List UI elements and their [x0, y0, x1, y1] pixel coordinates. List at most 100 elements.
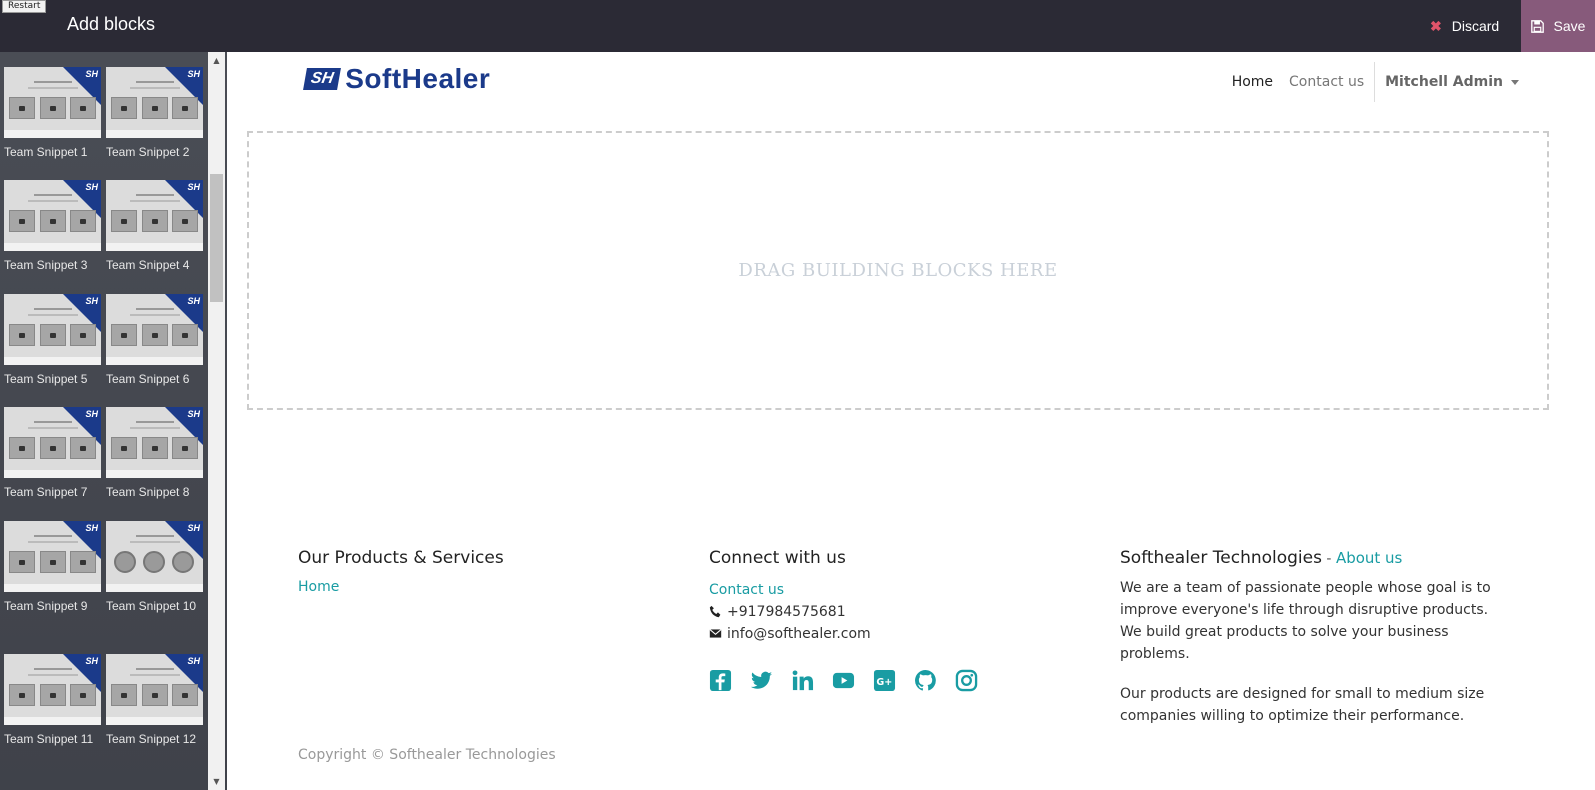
snippet-thumbnail: SH [4, 294, 101, 365]
phone-number: +917984575681 [727, 604, 846, 620]
snippet-thumbnail: SH [106, 521, 203, 592]
scroll-thumb[interactable] [210, 174, 223, 302]
restart-button[interactable]: Restart [2, 0, 47, 13]
footer-phone: +917984575681 [709, 601, 1069, 623]
editor-topbar: Restart Add blocks ✖ Discard Save [0, 0, 1595, 52]
save-button[interactable]: Save [1521, 0, 1595, 52]
snippet-thumbnail: SH [4, 180, 101, 251]
footer-about: Softhealer Technologies - About us We ar… [1120, 548, 1510, 727]
snippet-thumbnail: SH [4, 67, 101, 138]
snippet-item[interactable]: SH Team Snippet 6 [106, 294, 203, 387]
floppy-disk-icon [1530, 19, 1544, 33]
discard-button[interactable]: ✖ Discard [1430, 0, 1499, 52]
snippet-item[interactable]: SH Team Snippet 12 [106, 654, 203, 747]
twitter-icon[interactable] [750, 669, 773, 692]
snippet-thumbnail: SH [4, 654, 101, 725]
drop-zone[interactable]: DRAG BUILDING BLOCKS HERE [247, 131, 1549, 410]
panel-title: Add blocks [67, 14, 156, 34]
footer-about-para2: Our products are designed for small to m… [1120, 686, 1485, 724]
snippet-label: Team Snippet 10 [106, 599, 197, 613]
website-preview: SH SoftHealer Home Contact us Mitchell A… [227, 52, 1595, 790]
close-icon: ✖ [1430, 17, 1442, 34]
snippet-item[interactable]: SH Team Snippet 1 [4, 67, 101, 160]
youtube-icon[interactable] [832, 669, 855, 692]
footer-company-name: Softhealer Technologies [1120, 548, 1322, 568]
snippet-item[interactable]: SH Team Snippet 11 [4, 654, 101, 747]
footer-contact-link[interactable]: Contact us [709, 579, 1069, 601]
thumb-badge: SH [187, 523, 200, 533]
snippet-item[interactable]: SH Team Snippet 4 [106, 180, 203, 273]
svg-text:G+: G+ [876, 677, 892, 688]
discard-label: Discard [1451, 18, 1500, 34]
thumb-badge: SH [187, 182, 200, 192]
thumb-badge: SH [85, 409, 98, 419]
facebook-icon[interactable] [709, 669, 732, 692]
snippet-thumbnail: SH [4, 521, 101, 592]
social-links: G+ [709, 669, 1069, 692]
footer-about-link[interactable]: About us [1336, 549, 1402, 567]
snippet-item[interactable]: SH Team Snippet 3 [4, 180, 101, 273]
snippet-item[interactable]: SH Team Snippet 2 [106, 67, 203, 160]
snippet-thumbnail: SH [106, 180, 203, 251]
site-nav: Home Contact us Mitchell Admin [1224, 62, 1519, 102]
snippet-item[interactable]: SH Team Snippet 9 [4, 521, 101, 614]
copyright-text: Copyright © Softhealer Technologies [298, 747, 556, 763]
footer-about-title: Softhealer Technologies - About us [1120, 548, 1510, 568]
snippet-label: Team Snippet 3 [4, 258, 88, 272]
snippet-label: Team Snippet 8 [106, 485, 190, 499]
thumb-badge: SH [187, 296, 200, 306]
drop-zone-text: DRAG BUILDING BLOCKS HERE [738, 260, 1058, 281]
nav-contact[interactable]: Contact us [1281, 74, 1372, 90]
snippet-item[interactable]: SH Team Snippet 10 [106, 521, 203, 614]
snippet-label: Team Snippet 11 [4, 732, 94, 746]
snippet-thumbnail: SH [4, 407, 101, 478]
footer-about-para1: We are a team of passionate people whose… [1120, 580, 1491, 662]
logo-mark: SH [303, 68, 342, 90]
footer-home-link[interactable]: Home [298, 579, 628, 595]
thumb-badge: SH [187, 656, 200, 666]
scroll-up-arrow-icon[interactable]: ▲ [208, 52, 225, 69]
user-name: Mitchell Admin [1385, 74, 1503, 90]
caret-down-icon [1511, 79, 1519, 85]
snippet-sidebar: SH Team Snippet 1 SH Team Snippet 2 SH Team S… [0, 52, 227, 790]
snippet-thumbnail: SH [106, 67, 203, 138]
snippet-thumbnail: SH [106, 654, 203, 725]
site-logo[interactable]: SH SoftHealer [303, 63, 491, 94]
logo-text: SoftHealer [345, 63, 491, 94]
footer-title-separator: - [1321, 551, 1336, 567]
footer-email: info@softhealer.com [709, 623, 1069, 645]
snippet-label: Team Snippet 9 [4, 599, 88, 613]
snippet-label: Team Snippet 6 [106, 372, 190, 386]
thumb-badge: SH [85, 182, 98, 192]
github-icon[interactable] [914, 669, 937, 692]
footer-connect: Connect with us Contact us +917984575681… [709, 548, 1069, 692]
snippet-grid: SH Team Snippet 1 SH Team Snippet 2 SH Team S… [0, 52, 208, 790]
footer-products-title: Our Products & Services [298, 548, 504, 568]
snippet-item[interactable]: SH Team Snippet 8 [106, 407, 203, 500]
snippet-label: Team Snippet 2 [106, 145, 190, 159]
nav-home[interactable]: Home [1224, 74, 1281, 90]
thumb-badge: SH [85, 523, 98, 533]
user-menu[interactable]: Mitchell Admin [1375, 74, 1519, 90]
snippet-thumbnail: SH [106, 294, 203, 365]
snippet-item[interactable]: SH Team Snippet 5 [4, 294, 101, 387]
snippet-item[interactable]: SH Team Snippet 7 [4, 407, 101, 500]
snippet-label: Team Snippet 5 [4, 372, 88, 386]
snippet-label: Team Snippet 7 [4, 485, 88, 499]
instagram-icon[interactable] [955, 669, 978, 692]
footer-connect-title: Connect with us [709, 548, 846, 568]
thumb-badge: SH [85, 69, 98, 79]
snippet-label: Team Snippet 1 [4, 145, 88, 159]
snippet-label: Team Snippet 4 [106, 258, 190, 272]
footer-products: Our Products & Services Home [298, 548, 628, 595]
phone-icon [709, 605, 721, 618]
google-plus-icon[interactable]: G+ [873, 669, 896, 692]
snippet-thumbnail: SH [106, 407, 203, 478]
linkedin-icon[interactable] [791, 669, 814, 692]
email-address: info@softhealer.com [727, 626, 871, 642]
sidebar-scrollbar[interactable]: ▲ ▼ [208, 52, 225, 790]
scroll-down-arrow-icon[interactable]: ▼ [208, 773, 225, 790]
snippet-label: Team Snippet 12 [106, 732, 197, 746]
thumb-badge: SH [85, 656, 98, 666]
thumb-badge: SH [85, 296, 98, 306]
